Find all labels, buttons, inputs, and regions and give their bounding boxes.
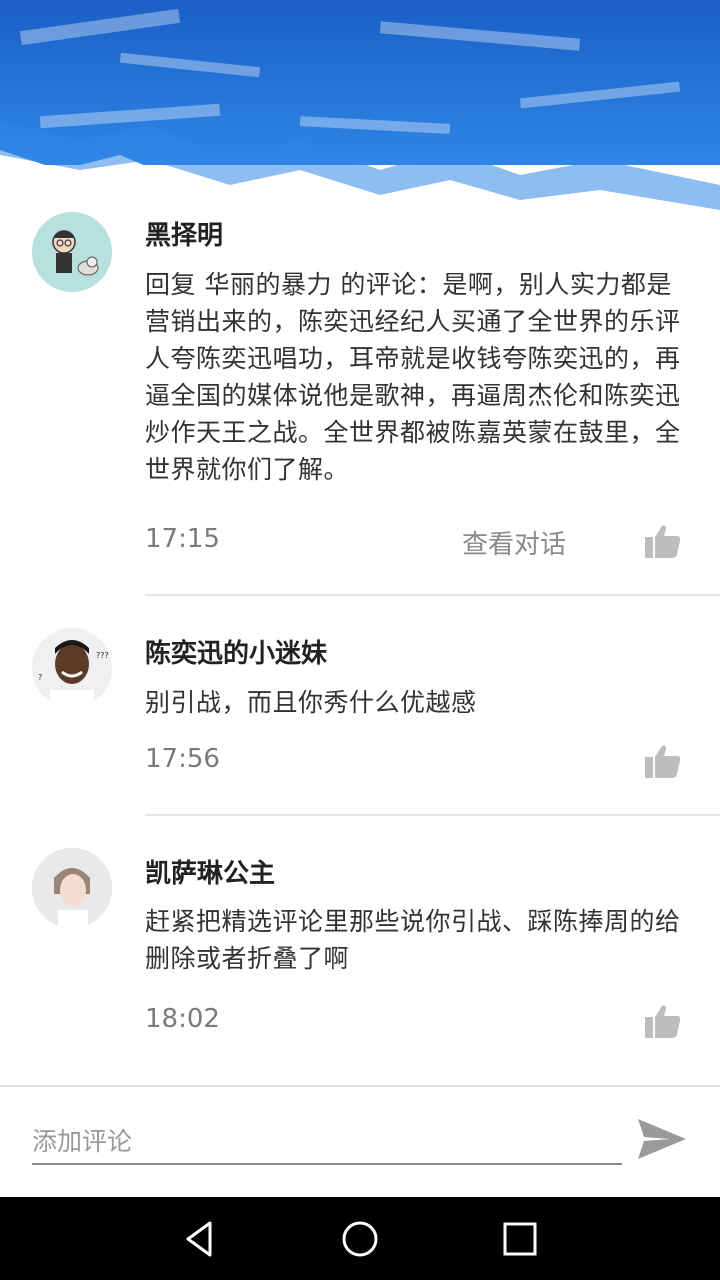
- comment-text: 赶紧把精选评论里那些说你引战、踩陈捧周的给删除或者折叠了啊: [145, 907, 681, 973]
- like-button[interactable]: [645, 744, 681, 778]
- comment-username[interactable]: 黑择明: [145, 215, 223, 252]
- thumbs-up-icon: [645, 745, 681, 778]
- comment-text: 回复 华丽的暴力 的评论：是啊，别人实力都是营销出来的，陈奕迅经纪人买通了全世界…: [145, 270, 681, 484]
- svg-text:?: ?: [38, 673, 42, 682]
- system-navigation-bar: [0, 1197, 720, 1280]
- thumbs-up-icon: [645, 1005, 681, 1038]
- recents-square-icon: [503, 1222, 537, 1256]
- comment-username[interactable]: 凯萨琳公主: [145, 853, 275, 890]
- view-conversation-link[interactable]: 查看对话: [462, 524, 566, 561]
- comment-username[interactable]: 陈奕迅的小迷妹: [145, 633, 327, 670]
- avatar[interactable]: ??? ?: [32, 628, 112, 708]
- like-button[interactable]: [645, 1004, 681, 1038]
- add-comment-input[interactable]: [32, 1119, 622, 1165]
- blue-brush-background: [0, 0, 720, 220]
- person-avatar-icon: [32, 848, 112, 928]
- comment-time: 18:02: [145, 1004, 220, 1034]
- like-button[interactable]: [645, 524, 681, 558]
- avatar[interactable]: [32, 212, 112, 292]
- divider: [145, 814, 720, 816]
- back-button[interactable]: [178, 1217, 222, 1261]
- home-circle-icon: [342, 1221, 378, 1257]
- svg-text:???: ???: [96, 651, 109, 660]
- home-button[interactable]: [338, 1217, 382, 1261]
- avatar[interactable]: [32, 848, 112, 928]
- back-triangle-icon: [186, 1221, 212, 1257]
- send-icon: [638, 1119, 686, 1159]
- recents-button[interactable]: [498, 1217, 542, 1261]
- send-button[interactable]: [636, 1117, 688, 1161]
- comment-input-bar: [0, 1085, 720, 1199]
- person-avatar-icon: ??? ?: [32, 628, 112, 708]
- comment-time: 17:15: [145, 524, 220, 554]
- comment-text: 别引战，而且你秀什么优越感: [145, 688, 477, 717]
- thumbs-up-icon: [645, 525, 681, 558]
- header-banner: [0, 0, 720, 220]
- cartoon-avatar-icon: [32, 212, 112, 292]
- comment-time: 17:56: [145, 744, 220, 774]
- divider: [145, 594, 720, 596]
